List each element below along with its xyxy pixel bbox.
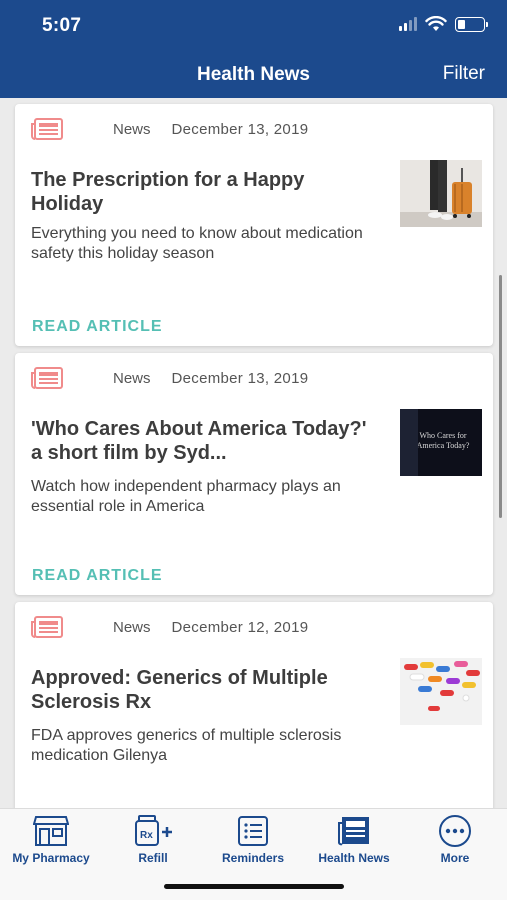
article-card[interactable]: News December 13, 2019 The Prescription … <box>15 104 493 346</box>
read-article-link[interactable]: READ ARTICLE <box>32 567 163 585</box>
checklist-icon <box>238 816 268 846</box>
tab-label: My Pharmacy <box>12 851 90 865</box>
article-date: December 13, 2019 <box>171 369 309 387</box>
tab-label: Health News <box>318 851 390 865</box>
tab-reminders[interactable]: Reminders <box>203 815 303 865</box>
article-category: News <box>113 618 151 636</box>
tab-refill[interactable]: Rx Refill <box>103 815 203 865</box>
tab-health-news[interactable]: Health News <box>304 815 404 865</box>
article-thumbnail[interactable] <box>400 658 482 725</box>
newspaper-icon <box>338 817 369 846</box>
scrollbar[interactable] <box>499 275 502 518</box>
status-time: 5:07 <box>42 15 82 36</box>
filter-button[interactable]: Filter <box>443 63 485 85</box>
article-category: News <box>113 120 151 138</box>
newspaper-icon <box>31 118 63 140</box>
thumbnail-caption: Who Cares for America Today? <box>416 431 470 450</box>
battery-icon <box>455 16 488 32</box>
cellular-signal-icon <box>399 17 417 31</box>
tab-label: Reminders <box>221 851 285 865</box>
article-description: Everything you need to know about medica… <box>31 225 363 262</box>
more-dots-icon <box>439 815 471 847</box>
tab-label: Refill <box>138 851 168 865</box>
wifi-icon <box>425 16 447 31</box>
article-thumbnail[interactable] <box>400 160 482 227</box>
page-title: Health News <box>197 64 310 85</box>
rx-bottle-plus-icon: Rx <box>135 815 172 846</box>
article-meta: News December 13, 2019 <box>31 118 308 140</box>
app-header: 5:07 Health News Filter <box>0 0 507 98</box>
article-thumbnail[interactable]: Who Cares for America Today? <box>400 409 482 476</box>
article-title[interactable]: 'Who Cares About America Today?' a short… <box>31 417 381 465</box>
travel-suitcase-image <box>400 160 482 227</box>
news-feed[interactable]: News December 13, 2019 The Prescription … <box>0 98 507 808</box>
tab-my-pharmacy[interactable]: My Pharmacy <box>1 815 101 865</box>
article-description: Watch how independent pharmacy plays an … <box>31 478 341 515</box>
article-date: December 13, 2019 <box>171 120 309 138</box>
article-description: FDA approves generics of multiple sclero… <box>31 727 342 764</box>
newspaper-icon <box>31 616 63 638</box>
article-meta: News December 13, 2019 <box>31 367 308 389</box>
pills-image <box>400 658 482 725</box>
status-icons <box>399 16 488 32</box>
tab-more[interactable]: More <box>405 815 505 865</box>
article-title[interactable]: The Prescription for a Happy Holiday <box>31 168 381 216</box>
storefront-icon <box>33 816 69 846</box>
home-indicator[interactable] <box>164 884 344 889</box>
article-meta: News December 12, 2019 <box>31 616 308 638</box>
read-article-link[interactable]: READ ARTICLE <box>32 318 163 336</box>
article-card[interactable]: News December 12, 2019 Approved: Generic… <box>15 602 493 808</box>
article-title[interactable]: Approved: Generics of Multiple Sclerosis… <box>31 666 381 714</box>
article-card[interactable]: News December 13, 2019 'Who Cares About … <box>15 353 493 595</box>
article-category: News <box>113 369 151 387</box>
article-date: December 12, 2019 <box>171 618 309 636</box>
tab-label: More <box>440 851 470 865</box>
svg-text:Rx: Rx <box>140 830 153 841</box>
newspaper-icon <box>31 367 63 389</box>
